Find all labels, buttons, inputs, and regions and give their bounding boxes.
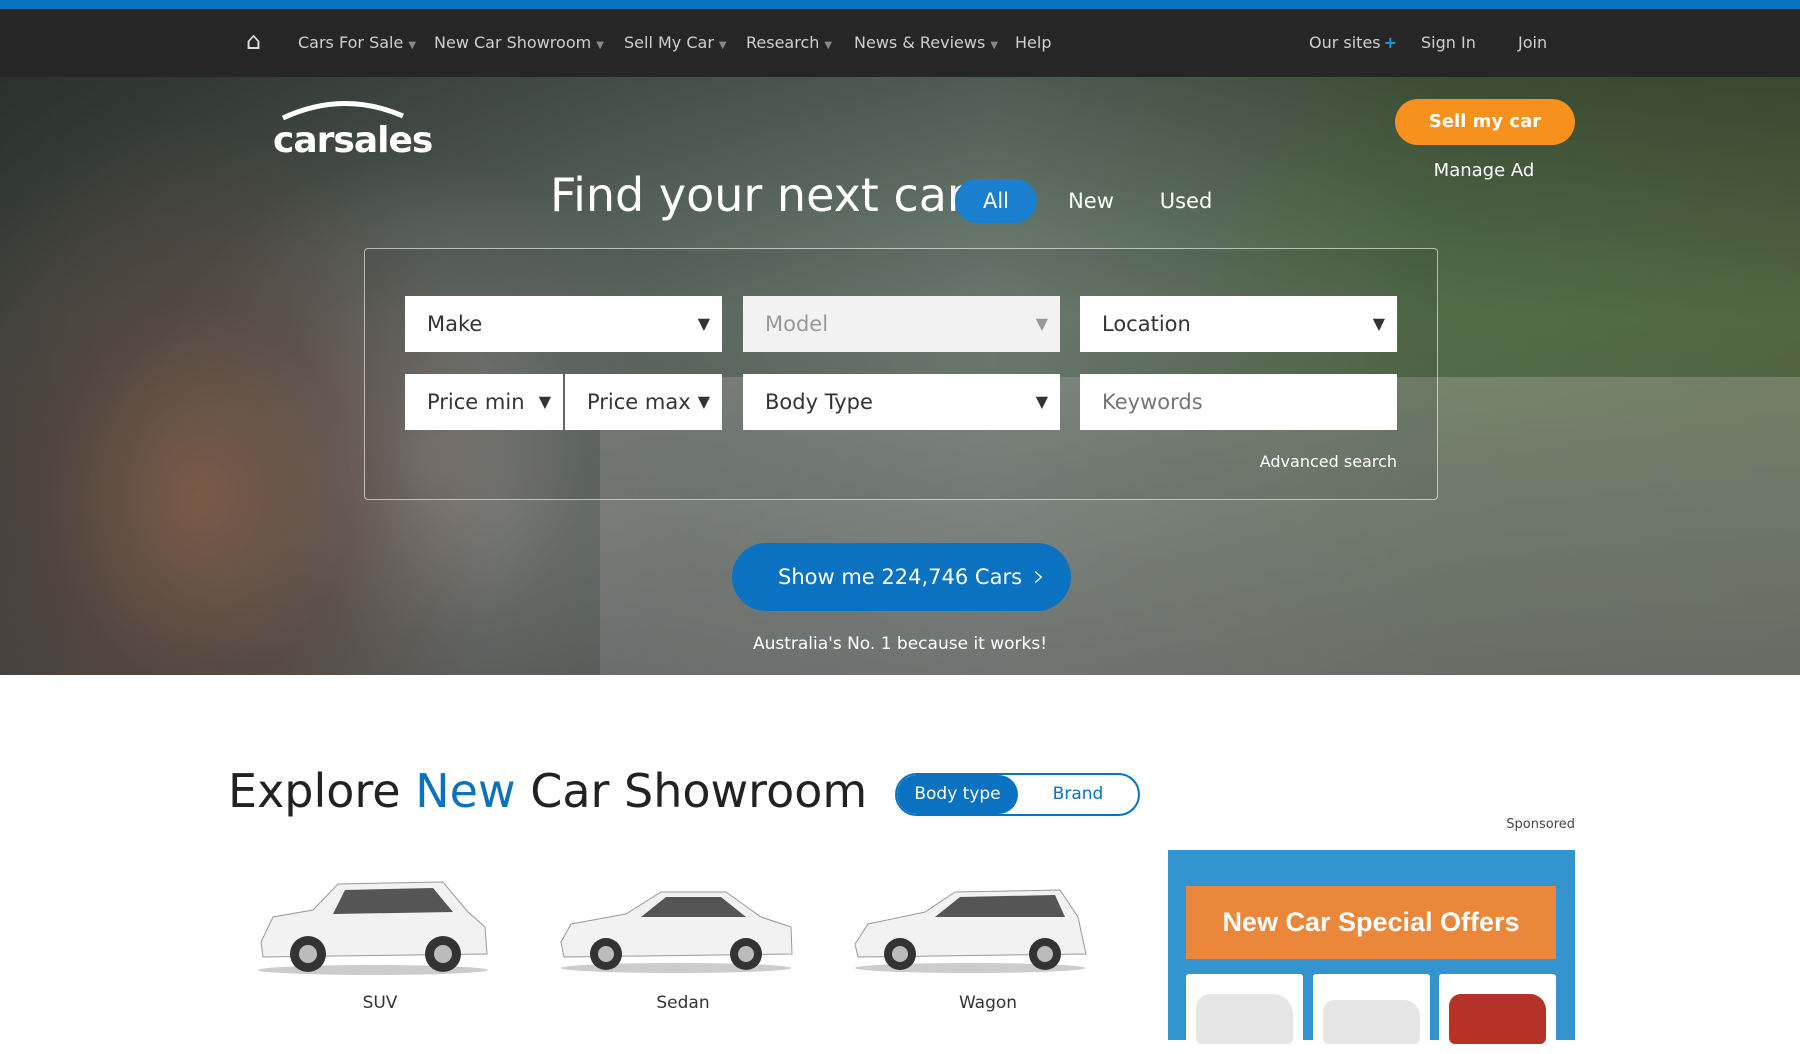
logo-text: carsales (273, 120, 433, 161)
advanced-search-link[interactable]: Advanced search (1260, 452, 1397, 471)
top-accent-bar (0, 0, 1800, 9)
sponsored-ad[interactable]: New Car Special Offers (1168, 850, 1575, 1054)
model-label: Model (765, 312, 829, 336)
location-label: Location (1102, 312, 1191, 336)
sell-my-car-button[interactable]: Sell my car (1395, 99, 1575, 145)
sedan-image[interactable] (556, 872, 796, 976)
our-sites-label: Our sites (1309, 33, 1381, 52)
top-nav: ⌂ Cars For Sale ▼ New Car Showroom ▼ Sell … (0, 9, 1800, 77)
toggle-brand[interactable]: Brand (1018, 775, 1138, 814)
nav-label: News & Reviews (854, 33, 986, 52)
page-title: Find your next car (550, 168, 966, 222)
caret-down-icon: ▼ (596, 40, 604, 51)
caret-down-icon: ▼ (824, 40, 833, 51)
caret-down-icon: ▼ (1035, 314, 1048, 333)
nav-new-car-showroom[interactable]: New Car Showroom ▼ (434, 33, 604, 52)
suv-image[interactable] (253, 872, 493, 976)
carsales-logo[interactable]: carsales (273, 96, 433, 161)
nav-label: New Car Showroom (434, 33, 592, 52)
show-cars-label: Show me 224,746 Cars (778, 565, 1023, 589)
nav-label: Research (746, 33, 820, 52)
home-icon[interactable]: ⌂ (246, 27, 261, 55)
wagon-image[interactable] (850, 872, 1090, 976)
sign-in-link[interactable]: Sign In (1421, 33, 1476, 52)
logo-arc (281, 101, 404, 120)
show-cars-button[interactable]: Show me 224,746 Cars › (732, 543, 1071, 611)
tab-all[interactable]: All (955, 179, 1037, 223)
heading-highlight: New (415, 764, 516, 818)
tab-used[interactable]: Used (1150, 179, 1222, 223)
nav-label: Sell My Car (624, 33, 714, 52)
caret-down-icon: ▼ (408, 40, 417, 51)
ad-car-image (1439, 974, 1556, 1054)
plus-icon: + (1383, 33, 1398, 52)
join-link[interactable]: Join (1518, 33, 1547, 52)
ad-headline: New Car Special Offers (1186, 886, 1556, 959)
explore-heading: Explore New Car Showroom (228, 764, 867, 818)
nav-news-reviews[interactable]: News & Reviews ▼ (854, 33, 998, 52)
keywords-input[interactable] (1080, 374, 1397, 430)
toggle-body-type[interactable]: Body type (897, 775, 1018, 814)
nav-sell-my-car[interactable]: Sell My Car ▼ (624, 33, 727, 52)
ad-car-image (1186, 974, 1303, 1054)
location-select[interactable]: Location ▼ (1080, 296, 1397, 352)
caret-down-icon: ▼ (538, 392, 551, 411)
manage-ad-link[interactable]: Manage Ad (1420, 160, 1548, 181)
ad-car-image (1313, 974, 1430, 1054)
body-type-suv[interactable]: SUV (260, 993, 500, 1013)
chevron-right-icon: › (1033, 559, 1045, 594)
body-type-select[interactable]: Body Type ▼ (743, 374, 1060, 430)
caret-down-icon: ▼ (1035, 392, 1048, 411)
price-min-label: Price min (427, 390, 525, 414)
nav-cars-for-sale[interactable]: Cars For Sale ▼ (298, 33, 416, 52)
model-select[interactable]: Model ▼ (743, 296, 1060, 352)
tagline: Australia's No. 1 because it works! (752, 634, 1048, 654)
nav-help[interactable]: Help (1015, 33, 1051, 52)
caret-down-icon: ▼ (990, 40, 999, 51)
caret-down-icon: ▼ (693, 374, 710, 430)
body-type-sedan[interactable]: Sedan (563, 993, 803, 1013)
our-sites-link[interactable]: Our sites + (1309, 33, 1397, 52)
showroom-toggle: Body type Brand (895, 773, 1140, 816)
sponsored-label: Sponsored (1506, 817, 1575, 832)
price-max-select[interactable]: Price max ▼ (565, 374, 722, 430)
caret-down-icon: ▼ (1372, 314, 1385, 333)
nav-research[interactable]: Research ▼ (746, 33, 832, 52)
make-label: Make (427, 312, 483, 336)
heading-part: Car Showroom (515, 764, 868, 818)
caret-down-icon: ▼ (718, 40, 727, 51)
tab-new[interactable]: New (1060, 179, 1122, 223)
nav-label: Cars For Sale (298, 33, 404, 52)
caret-down-icon: ▼ (697, 314, 710, 333)
body-type-wagon[interactable]: Wagon (868, 993, 1108, 1013)
heading-part: Explore (228, 764, 416, 818)
price-min-select[interactable]: Price min ▼ (405, 374, 563, 430)
price-max-label: Price max (587, 390, 691, 414)
make-select[interactable]: Make ▼ (405, 296, 722, 352)
body-type-label: Body Type (765, 390, 873, 414)
